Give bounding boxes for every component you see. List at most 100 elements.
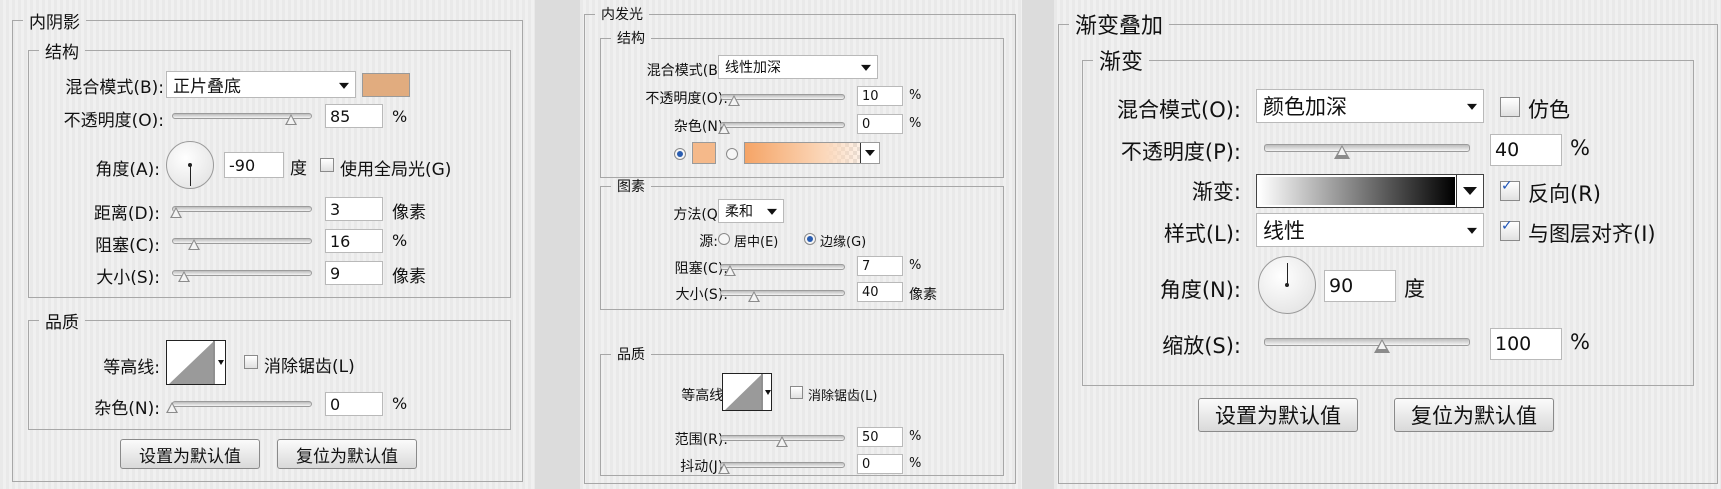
go-opacity-label: 不透明度(P): xyxy=(1120,140,1241,164)
go-opacity-slider[interactable] xyxy=(1264,144,1470,152)
glow-noise-slider-thumb[interactable] xyxy=(718,123,730,134)
scale-unit: % xyxy=(1570,330,1590,354)
glow-choke-slider-thumb[interactable] xyxy=(724,265,736,276)
glow-blend-mode-label: 混合模式(B): xyxy=(646,63,728,79)
jitter-unit: % xyxy=(909,456,922,471)
reset-default-button[interactable]: 复位为默认值 xyxy=(277,439,417,469)
glow-opacity-value: 10 xyxy=(862,88,879,104)
go-angle-input[interactable]: 90 xyxy=(1324,270,1396,302)
align-layer-checkbox[interactable] xyxy=(1500,218,1520,241)
choke-slider-thumb[interactable] xyxy=(188,239,200,250)
gradient-group-title: 渐变 xyxy=(1099,50,1144,75)
glow-opacity-slider-thumb[interactable] xyxy=(728,95,740,106)
solid-color-radio[interactable] xyxy=(674,148,686,160)
angle-needle xyxy=(190,166,191,186)
choke-unit: % xyxy=(392,231,408,250)
distance-unit: 像素 xyxy=(392,203,426,223)
glow-noise-slider[interactable] xyxy=(720,122,845,128)
noise-slider[interactable] xyxy=(172,401,312,407)
glow-choke-input[interactable]: 7 xyxy=(857,256,903,276)
go-blend-mode-value: 颜色加深 xyxy=(1263,95,1347,119)
go-opacity-slider-thumb[interactable] xyxy=(1334,145,1350,159)
glow-structure-title: 结构 xyxy=(617,31,645,47)
opacity-slider-thumb[interactable] xyxy=(285,114,297,125)
size-slider-thumb[interactable] xyxy=(178,271,190,282)
glow-color-swatch[interactable] xyxy=(692,142,716,164)
glow-quality-title: 品质 xyxy=(617,347,645,363)
source-edge-radio[interactable] xyxy=(804,233,816,245)
noise-label: 杂色(N): xyxy=(94,399,160,419)
antialias-checkbox[interactable] xyxy=(244,355,258,369)
range-input[interactable]: 50 xyxy=(857,427,903,447)
gradient-preview[interactable] xyxy=(1256,174,1484,208)
choke-input[interactable]: 16 xyxy=(325,229,383,253)
size-slider[interactable] xyxy=(172,270,312,276)
global-light-checkbox[interactable] xyxy=(320,158,334,172)
contour-picker[interactable] xyxy=(166,340,226,385)
align-layer-label: 与图层对齐(I) xyxy=(1528,222,1656,246)
gradient-overlay-panel: 渐变叠加 渐变 混合模式(O): 颜色加深 仿色 不透明度(P): 40 % 渐… xyxy=(1054,0,1721,489)
jitter-slider[interactable] xyxy=(720,462,845,468)
scale-label: 缩放(S): xyxy=(1162,334,1241,358)
glow-antialias-checkbox[interactable] xyxy=(790,386,803,399)
scale-slider-thumb[interactable] xyxy=(1374,339,1390,353)
choke-value: 16 xyxy=(330,231,351,251)
size-input[interactable]: 9 xyxy=(325,261,383,285)
range-slider-thumb[interactable] xyxy=(776,436,788,447)
glow-blend-mode-dropdown[interactable]: 线性加深 xyxy=(718,55,878,79)
source-edge-label: 边缘(G) xyxy=(820,235,867,250)
glow-opacity-unit: % xyxy=(909,88,922,103)
angle-input[interactable]: -90 xyxy=(224,152,284,178)
distance-slider-thumb[interactable] xyxy=(170,207,182,218)
structure-title: 结构 xyxy=(45,43,79,63)
contour-curve-icon xyxy=(725,374,771,410)
source-label: 源: xyxy=(699,234,718,250)
go-opacity-unit: % xyxy=(1570,136,1590,160)
shadow-color-swatch[interactable] xyxy=(362,73,410,97)
scale-slider[interactable] xyxy=(1264,338,1470,346)
glow-opacity-input[interactable]: 10 xyxy=(857,86,903,106)
noise-slider-thumb[interactable] xyxy=(166,402,178,413)
distance-input[interactable]: 3 xyxy=(325,197,383,221)
method-dropdown[interactable]: 柔和 xyxy=(718,199,784,223)
go-reset-default-button[interactable]: 复位为默认值 xyxy=(1394,398,1554,432)
noise-input[interactable]: 0 xyxy=(325,392,383,416)
jitter-input[interactable]: 0 xyxy=(857,454,903,474)
dither-checkbox[interactable] xyxy=(1500,97,1520,117)
jitter-slider-thumb[interactable] xyxy=(718,463,730,474)
size-unit: 像素 xyxy=(392,267,426,287)
go-angle-dial[interactable] xyxy=(1258,256,1316,314)
go-set-default-button[interactable]: 设置为默认值 xyxy=(1198,398,1358,432)
distance-slider[interactable] xyxy=(172,206,312,212)
glow-size-slider-thumb[interactable] xyxy=(748,291,760,302)
angle-dial[interactable] xyxy=(166,141,214,189)
distance-label: 距离(D): xyxy=(93,204,160,224)
glow-blend-mode-value: 线性加深 xyxy=(725,60,781,76)
opacity-input[interactable]: 85 xyxy=(325,104,383,128)
glow-contour-picker[interactable] xyxy=(722,373,772,411)
chevron-down-icon xyxy=(861,64,871,71)
global-light-label: 使用全局光(G) xyxy=(340,160,452,180)
reverse-checkbox[interactable] xyxy=(1500,178,1520,201)
glow-noise-input[interactable]: 0 xyxy=(857,114,903,134)
antialias-label: 消除锯齿(L) xyxy=(264,357,355,377)
blend-mode-dropdown[interactable]: 正片叠底 xyxy=(166,71,356,98)
glow-size-input[interactable]: 40 xyxy=(857,282,903,302)
set-default-button[interactable]: 设置为默认值 xyxy=(120,439,260,469)
source-center-radio[interactable] xyxy=(718,233,730,245)
glow-antialias-label: 消除锯齿(L) xyxy=(808,389,878,404)
go-blend-mode-dropdown[interactable]: 颜色加深 xyxy=(1256,89,1484,123)
go-opacity-input[interactable]: 40 xyxy=(1490,134,1562,166)
inner-glow-panel: 内发光 结构 混合模式(B): 线性加深 不透明度(O): 10 % 杂色(N)… xyxy=(580,0,1022,489)
jitter-value: 0 xyxy=(862,456,871,472)
glow-choke-slider[interactable] xyxy=(720,264,845,270)
glow-gradient-picker[interactable] xyxy=(744,142,880,164)
go-angle-value: 90 xyxy=(1329,275,1354,297)
contour-curve-icon xyxy=(169,341,224,384)
go-opacity-value: 40 xyxy=(1495,139,1520,161)
glow-size-slider[interactable] xyxy=(720,290,845,296)
style-dropdown[interactable]: 线性 xyxy=(1256,213,1484,247)
scale-input[interactable]: 100 xyxy=(1490,328,1562,360)
glow-choke-value: 7 xyxy=(862,258,871,274)
gradient-radio[interactable] xyxy=(726,148,738,160)
